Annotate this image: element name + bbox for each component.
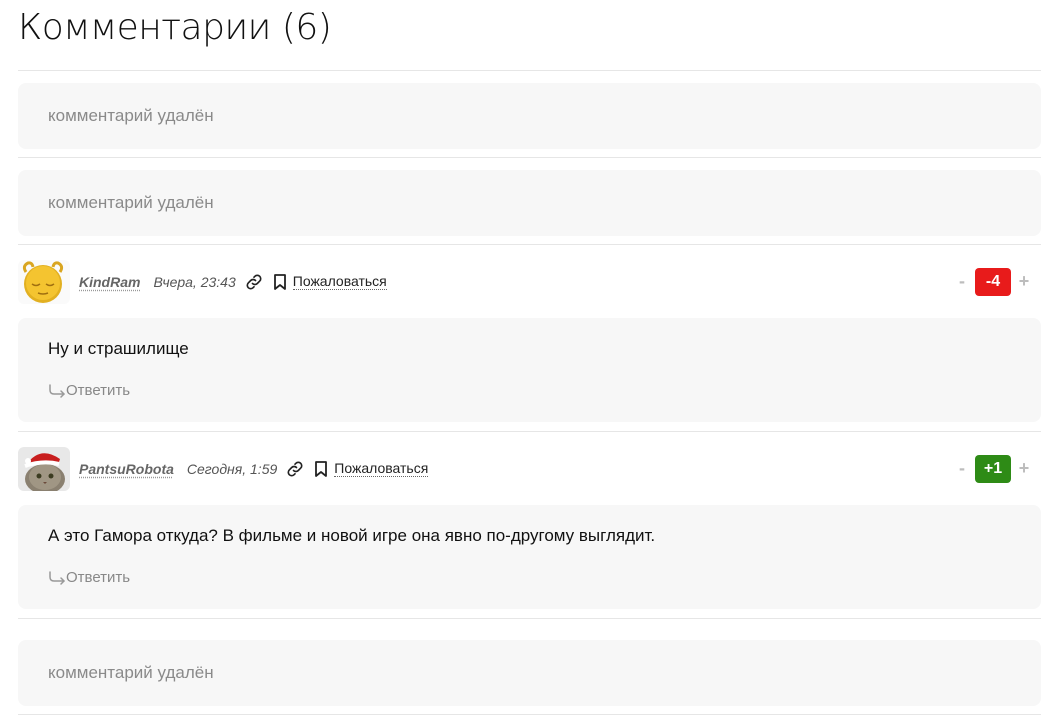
vote-up-button[interactable]: + bbox=[1017, 458, 1031, 479]
comments-title: Комментарии (6) bbox=[18, 0, 1041, 71]
deleted-comment: комментарий удалён bbox=[18, 619, 1041, 715]
comment-text: Ну и страшилище bbox=[48, 339, 189, 358]
comment-author[interactable]: PantsuRobota bbox=[79, 461, 174, 477]
deleted-comment-text: комментарий удалён bbox=[18, 640, 1041, 706]
bookmark-flag-icon[interactable] bbox=[311, 459, 331, 479]
reply-arrow-icon bbox=[48, 383, 66, 399]
comment-body: Ну и страшилище Ответить bbox=[18, 318, 1041, 422]
comment-body: А это Гамора откуда? В фильме и новой иг… bbox=[18, 505, 1041, 609]
comment-header: KindRam Вчера, 23:43 Пожаловаться - -4 + bbox=[18, 245, 1041, 318]
comments-section: Комментарии (6) комментарий удалён комме… bbox=[18, 0, 1041, 715]
vote-widget: - +1 + bbox=[955, 432, 1031, 505]
link-icon[interactable] bbox=[244, 272, 264, 292]
deleted-comment-text: комментарий удалён bbox=[18, 170, 1041, 236]
comment-date: Сегодня, 1:59 bbox=[186, 460, 278, 477]
deleted-comment: комментарий удалён bbox=[18, 158, 1041, 245]
avatar[interactable] bbox=[18, 259, 70, 304]
comment-text: А это Гамора откуда? В фильме и новой иг… bbox=[48, 526, 656, 545]
comment-author[interactable]: KindRam bbox=[79, 274, 140, 290]
bookmark-flag-icon[interactable] bbox=[270, 272, 290, 292]
complain-link[interactable]: Пожаловаться bbox=[334, 460, 429, 477]
reply-arrow-icon bbox=[48, 570, 66, 586]
complain-link[interactable]: Пожаловаться bbox=[292, 273, 387, 290]
vote-up-button[interactable]: + bbox=[1017, 271, 1031, 292]
ram-emoji-avatar-icon bbox=[18, 259, 70, 304]
avatar[interactable] bbox=[18, 446, 70, 491]
comment-date: Вчера, 23:43 bbox=[153, 273, 236, 290]
deleted-comment: комментарий удалён bbox=[18, 71, 1041, 158]
vote-widget: - -4 + bbox=[955, 245, 1031, 318]
reply-label: Ответить bbox=[66, 569, 131, 586]
deleted-comment-text: комментарий удалён bbox=[18, 83, 1041, 149]
reply-button[interactable]: Ответить bbox=[48, 569, 130, 586]
link-icon[interactable] bbox=[285, 459, 305, 479]
comment-item: KindRam Вчера, 23:43 Пожаловаться - -4 + bbox=[18, 245, 1041, 432]
reply-label: Ответить bbox=[66, 382, 131, 399]
cat-santa-hat-avatar-icon bbox=[18, 446, 70, 491]
vote-score: -4 bbox=[975, 267, 1011, 296]
comment-header: PantsuRobota Сегодня, 1:59 Пожаловаться … bbox=[18, 432, 1041, 505]
vote-down-button[interactable]: - bbox=[955, 458, 969, 479]
vote-down-button[interactable]: - bbox=[955, 271, 969, 292]
vote-score: +1 bbox=[975, 454, 1011, 483]
comment-item: PantsuRobota Сегодня, 1:59 Пожаловаться … bbox=[18, 432, 1041, 619]
reply-button[interactable]: Ответить bbox=[48, 382, 130, 399]
